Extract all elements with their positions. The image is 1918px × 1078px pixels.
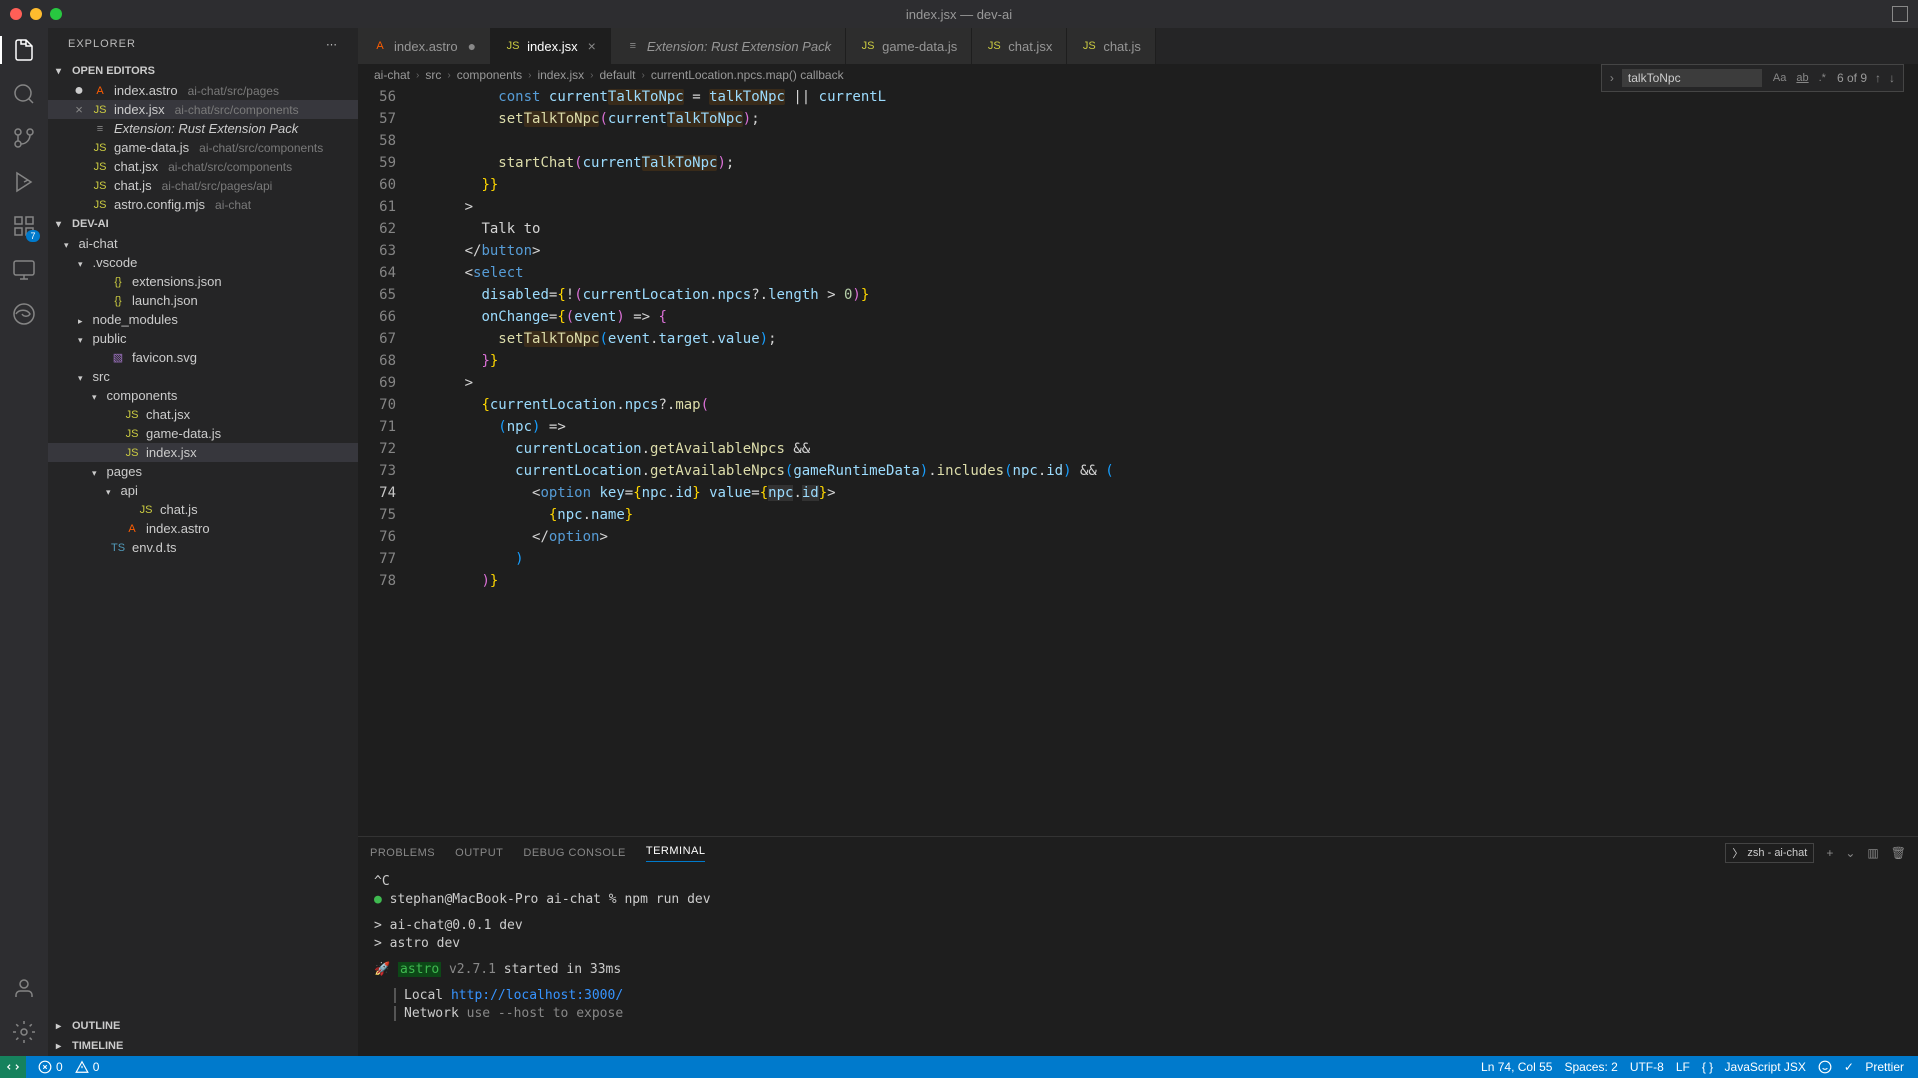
- activity-bar: 7: [0, 28, 48, 1056]
- breadcrumb-item[interactable]: currentLocation.npcs.map() callback: [651, 68, 844, 82]
- remote-explorer-icon[interactable]: [10, 256, 38, 284]
- edge-icon[interactable]: [10, 300, 38, 328]
- settings-icon[interactable]: [10, 1018, 38, 1046]
- file-item[interactable]: JSchat.jsx: [48, 405, 358, 424]
- match-case-icon[interactable]: Aa: [1770, 71, 1789, 85]
- panel-tab[interactable]: DEBUG CONSOLE: [523, 847, 625, 859]
- editor-tabs: Aindex.astro●JSindex.jsx×≡Extension: Rus…: [358, 28, 1918, 64]
- terminal[interactable]: ^C ● stephan@MacBook-Pro ai-chat % npm r…: [358, 869, 1918, 1056]
- find-prev-icon[interactable]: ↑: [1875, 71, 1881, 85]
- find-expand-icon[interactable]: ›: [1610, 71, 1614, 85]
- folder-item[interactable]: src: [48, 367, 358, 386]
- outline-header[interactable]: ▸ OUTLINE: [48, 1016, 358, 1036]
- folder-item[interactable]: pages: [48, 462, 358, 481]
- open-editor-item[interactable]: ×JSastro.config.mjsai-chat: [48, 195, 358, 214]
- explorer-icon[interactable]: [10, 36, 38, 64]
- folder-item[interactable]: api: [48, 481, 358, 500]
- terminal-select[interactable]: 〉zsh - ai-chat: [1725, 843, 1814, 863]
- find-input[interactable]: [1622, 69, 1762, 87]
- open-editor-item[interactable]: ×JSchat.jsai-chat/src/pages/api: [48, 176, 358, 195]
- extensions-badge: 7: [26, 230, 40, 242]
- folder-item[interactable]: node_modules: [48, 310, 358, 329]
- panel-tab[interactable]: PROBLEMS: [370, 847, 435, 859]
- editor-tab[interactable]: JSgame-data.js: [846, 28, 972, 64]
- project-header[interactable]: ▾ DEV-AI: [48, 214, 358, 234]
- run-debug-icon[interactable]: [10, 168, 38, 196]
- breadcrumb-item[interactable]: components: [457, 68, 522, 82]
- open-editor-item[interactable]: ×JSchat.jsxai-chat/src/components: [48, 157, 358, 176]
- terminal-dropdown-icon[interactable]: ⌄: [1845, 846, 1855, 860]
- breadcrumb[interactable]: ai-chat›src›components›index.jsx›default…: [358, 64, 1918, 86]
- status-warnings[interactable]: 0: [69, 1060, 106, 1074]
- editor-tab[interactable]: Aindex.astro●: [358, 28, 491, 64]
- file-item[interactable]: {}launch.json: [48, 291, 358, 310]
- window-maximize-icon[interactable]: [50, 8, 62, 20]
- sidebar: EXPLORER ⋯ ▾ OPEN EDITORS ●Aindex.astroa…: [48, 28, 358, 1056]
- status-eol[interactable]: LF: [1670, 1060, 1696, 1074]
- timeline-header[interactable]: ▸ TIMELINE: [48, 1036, 358, 1056]
- folder-item[interactable]: components: [48, 386, 358, 405]
- accounts-icon[interactable]: [10, 974, 38, 1002]
- breadcrumb-item[interactable]: src: [425, 68, 441, 82]
- status-feedback-icon[interactable]: [1812, 1060, 1838, 1074]
- file-item[interactable]: ▧favicon.svg: [48, 348, 358, 367]
- file-item[interactable]: Aindex.astro: [48, 519, 358, 538]
- explorer-more-icon[interactable]: ⋯: [326, 38, 338, 51]
- window-title: index.jsx — dev-ai: [906, 7, 1012, 22]
- status-lang[interactable]: { } JavaScript JSX: [1696, 1060, 1812, 1074]
- titlebar: index.jsx — dev-ai: [0, 0, 1918, 28]
- open-editors-header[interactable]: ▾ OPEN EDITORS: [48, 61, 358, 81]
- code-editor[interactable]: 5657585960616263646566676869707172737475…: [358, 86, 1918, 836]
- editor-tab[interactable]: JSchat.jsx: [972, 28, 1067, 64]
- file-item[interactable]: JSindex.jsx: [48, 443, 358, 462]
- breadcrumb-item[interactable]: index.jsx: [537, 68, 584, 82]
- whole-word-icon[interactable]: ab: [1793, 71, 1811, 85]
- file-item[interactable]: TSenv.d.ts: [48, 538, 358, 557]
- file-item[interactable]: JSchat.js: [48, 500, 358, 519]
- open-editor-item[interactable]: ×JSgame-data.jsai-chat/src/components: [48, 138, 358, 157]
- find-count: 6 of 9: [1837, 71, 1867, 85]
- file-item[interactable]: JSgame-data.js: [48, 424, 358, 443]
- split-terminal-icon[interactable]: ▥: [1867, 846, 1878, 860]
- breadcrumb-item[interactable]: default: [599, 68, 635, 82]
- panel-tab[interactable]: TERMINAL: [646, 845, 706, 862]
- editor-tab[interactable]: JSchat.js: [1067, 28, 1156, 64]
- folder-item[interactable]: .vscode: [48, 253, 358, 272]
- window-close-icon[interactable]: [10, 8, 22, 20]
- folder-item[interactable]: public: [48, 329, 358, 348]
- status-prettier[interactable]: ✓ Prettier: [1838, 1060, 1910, 1074]
- regex-icon[interactable]: .*: [1816, 71, 1829, 85]
- layout-toggle-icon[interactable]: [1892, 6, 1908, 22]
- editor-tab[interactable]: ≡Extension: Rust Extension Pack: [611, 28, 846, 64]
- new-terminal-icon[interactable]: +: [1826, 846, 1833, 860]
- open-editor-item[interactable]: ●Aindex.astroai-chat/src/pages: [48, 81, 358, 100]
- source-control-icon[interactable]: [10, 124, 38, 152]
- extensions-icon[interactable]: 7: [10, 212, 38, 240]
- panel: PROBLEMS OUTPUT DEBUG CONSOLE TERMINAL 〉zsh…: [358, 836, 1918, 1056]
- panel-tab[interactable]: OUTPUT: [455, 847, 503, 859]
- kill-terminal-icon[interactable]: 🗑: [1891, 846, 1906, 860]
- window-minimize-icon[interactable]: [30, 8, 42, 20]
- status-encoding[interactable]: UTF-8: [1624, 1060, 1670, 1074]
- status-spaces[interactable]: Spaces: 2: [1558, 1060, 1623, 1074]
- explorer-title: EXPLORER: [68, 38, 136, 51]
- editor-tab[interactable]: JSindex.jsx×: [491, 28, 611, 64]
- folder-item[interactable]: ai-chat: [48, 234, 358, 253]
- status-position[interactable]: Ln 74, Col 55: [1475, 1060, 1558, 1074]
- statusbar: 0 0 Ln 74, Col 55 Spaces: 2 UTF-8 LF { }…: [0, 1056, 1918, 1078]
- open-editor-item[interactable]: ×≡Extension: Rust Extension Pack: [48, 119, 358, 138]
- search-icon[interactable]: [10, 80, 38, 108]
- open-editor-item[interactable]: ×JSindex.jsxai-chat/src/components: [48, 100, 358, 119]
- remote-button[interactable]: [0, 1056, 26, 1078]
- find-next-icon[interactable]: ↓: [1889, 71, 1895, 85]
- status-errors[interactable]: 0: [32, 1060, 69, 1074]
- breadcrumb-item[interactable]: ai-chat: [374, 68, 410, 82]
- file-item[interactable]: {}extensions.json: [48, 272, 358, 291]
